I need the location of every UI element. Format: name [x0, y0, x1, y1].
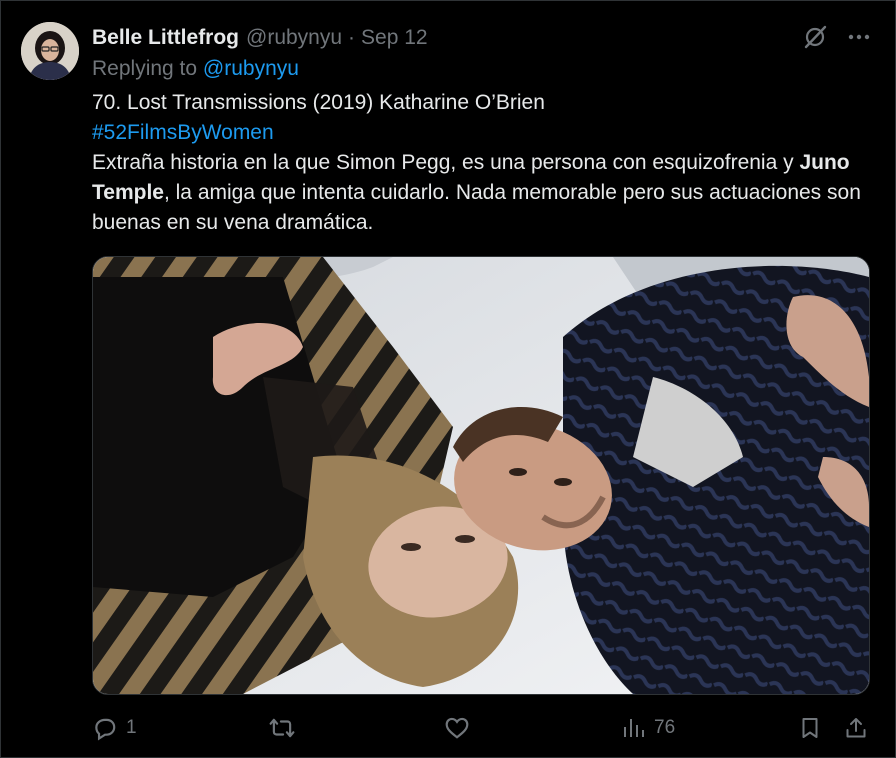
tweet-text: 70. Lost Transmissions (2019) Katharine … [92, 88, 872, 238]
hashtag-link[interactable]: #52FilmsByWomen [92, 121, 274, 144]
reply-icon [95, 718, 116, 741]
retweet-icon [269, 718, 295, 738]
tweet-line-title: 70. Lost Transmissions (2019) Katharine … [92, 91, 545, 114]
like-button[interactable] [444, 712, 478, 744]
display-name[interactable]: Belle Littlefrog [92, 26, 239, 50]
view-count: 76 [654, 717, 676, 738]
retweet-button[interactable] [268, 712, 304, 744]
replying-to: Replying to @rubynyu [92, 57, 299, 81]
replying-to-label: Replying to [92, 57, 198, 80]
tweet-date[interactable]: Sep 12 [361, 26, 428, 50]
bookmark-icon [802, 718, 818, 738]
reply-count: 1 [126, 717, 137, 738]
replying-to-mention[interactable]: @rubynyu [203, 57, 299, 80]
share-button[interactable] [844, 712, 868, 744]
tweet-action-bar: 1 76 [92, 712, 872, 744]
tweet-top-actions [800, 22, 874, 52]
tweet-body-part1: Extraña historia en la que Simon Pegg, e… [92, 151, 794, 174]
share-icon [846, 718, 866, 738]
like-icon [445, 717, 469, 739]
more-icon[interactable] [844, 22, 874, 52]
bookmark-button[interactable] [798, 712, 822, 744]
views-icon [624, 719, 644, 737]
avatar[interactable] [21, 22, 79, 80]
separator-dot: · [348, 26, 356, 49]
photo-illustration [93, 257, 869, 694]
views-button[interactable]: 76 [622, 712, 675, 744]
user-handle[interactable]: @rubynyu [246, 26, 342, 50]
tweet-body-part2: , la amiga que intenta cuidarlo. Nada me… [92, 181, 861, 234]
reply-button[interactable]: 1 [92, 712, 137, 744]
tweet-media-photo[interactable] [92, 256, 870, 695]
tweet-header: Belle Littlefrog @rubynyu · Sep 12 [92, 24, 428, 52]
tweet-body: Extraña historia en la que Simon Pegg, e… [92, 148, 872, 238]
grok-slash-icon[interactable] [800, 22, 830, 52]
